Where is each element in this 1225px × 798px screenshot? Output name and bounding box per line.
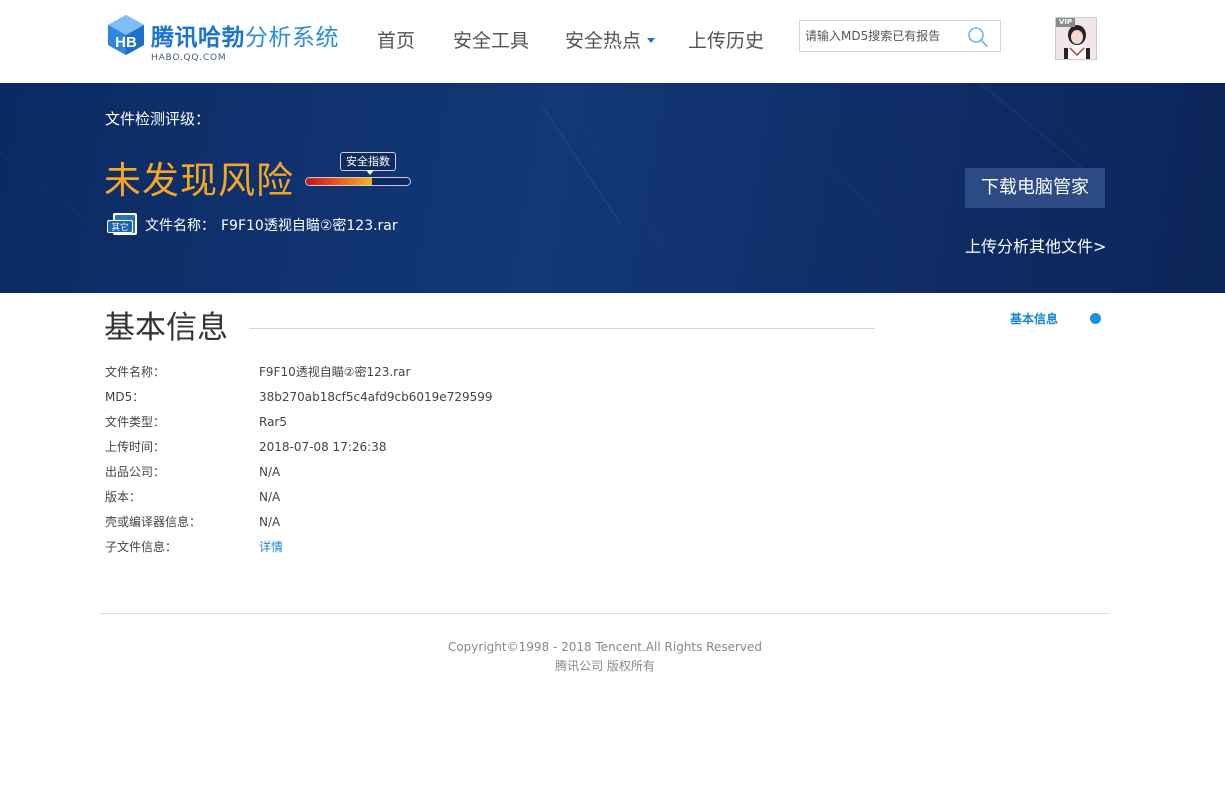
- safety-index-bar-fill: [306, 178, 372, 185]
- file-type-icon: 其它: [107, 213, 137, 235]
- top-header: HB 腾讯哈勃分析系统 HABO.QQ.COM 首页 安全工具 安全热点 上传历…: [0, 0, 1225, 83]
- footer-divider: [100, 613, 1110, 614]
- info-key: 文件名称：: [105, 365, 166, 379]
- logo-system: 分析系统: [245, 25, 339, 51]
- footer-copyright: Copyright©1998 - 2018 Tencent.All Rights…: [447, 640, 763, 654]
- info-key: 上传时间：: [105, 440, 166, 454]
- info-value: N/A: [259, 490, 281, 504]
- sub-file-details-link[interactable]: 详情: [259, 539, 283, 555]
- info-value: F9F10透视自瞄②密123.rar: [259, 365, 411, 379]
- banner-file-name-value: F9F10透视自瞄②密123.rar: [221, 218, 398, 234]
- basic-info-title: 基本信息: [104, 310, 228, 346]
- info-value: N/A: [259, 465, 281, 479]
- risk-result: 未发现风险: [104, 159, 294, 202]
- upload-other-file-link[interactable]: 上传分析其他文件>: [965, 233, 1106, 257]
- info-value: 38b270ab18cf5c4afd9cb6019e729599: [259, 390, 493, 404]
- rating-label: 文件检测评级：: [105, 110, 211, 128]
- info-key: 文件类型：: [105, 415, 166, 429]
- svg-text:其它: 其它: [111, 222, 128, 233]
- chevron-down-icon: [647, 37, 656, 43]
- info-key: 出品公司：: [105, 465, 166, 479]
- logo-domain: HABO.QQ.COM: [151, 53, 227, 63]
- side-nav-basic-info[interactable]: 基本信息: [1010, 310, 1058, 327]
- side-nav-active-dot[interactable]: [1090, 313, 1101, 324]
- banner-file-name: 文件名称： F9F10透视自瞄②密123.rar: [145, 215, 398, 235]
- svg-text:HB: HB: [115, 34, 137, 51]
- info-key: MD5：: [105, 390, 145, 404]
- safety-index-bar: [305, 177, 411, 186]
- md5-search-input[interactable]: [800, 21, 964, 51]
- title-divider: [249, 328, 875, 329]
- logo-brand: 腾讯哈勃: [151, 25, 245, 51]
- nav-home[interactable]: 首页: [377, 29, 415, 53]
- habo-cube-logo-icon: HB: [108, 15, 144, 55]
- safety-index-pointer: [366, 170, 374, 175]
- search-icon[interactable]: [967, 26, 989, 48]
- info-key: 版本：: [105, 490, 142, 504]
- vip-badge: VIP: [1056, 18, 1076, 27]
- info-value: 2018-07-08 17:26:38: [259, 440, 387, 454]
- safety-index-tag: 安全指数: [340, 152, 396, 171]
- md5-search-box: [799, 20, 1001, 52]
- info-key: 壳或编译器信息：: [105, 515, 202, 529]
- info-value: N/A: [259, 515, 281, 529]
- logo-title: 腾讯哈勃分析系统: [151, 24, 339, 52]
- nav-security-tools[interactable]: 安全工具: [453, 29, 529, 53]
- nav-security-hotspots-label: 安全热点: [565, 30, 642, 52]
- footer-company: 腾讯公司 版权所有: [555, 659, 655, 673]
- nav-upload-history[interactable]: 上传历史: [688, 29, 764, 53]
- banner-file-name-label: 文件名称：: [145, 218, 215, 234]
- detection-banner: 文件检测评级： 未发现风险 安全指数 其它 文件名称： F9F10透视自瞄②密12…: [0, 83, 1225, 293]
- download-pc-manager-button[interactable]: 下载电脑管家: [965, 168, 1105, 208]
- nav-security-hotspots[interactable]: 安全热点: [565, 29, 656, 53]
- info-value: Rar5: [259, 415, 287, 429]
- info-key: 子文件信息：: [105, 540, 178, 554]
- habo-logo[interactable]: HB 腾讯哈勃分析系统 HABO.QQ.COM: [106, 14, 346, 64]
- user-avatar[interactable]: VIP: [1055, 17, 1097, 60]
